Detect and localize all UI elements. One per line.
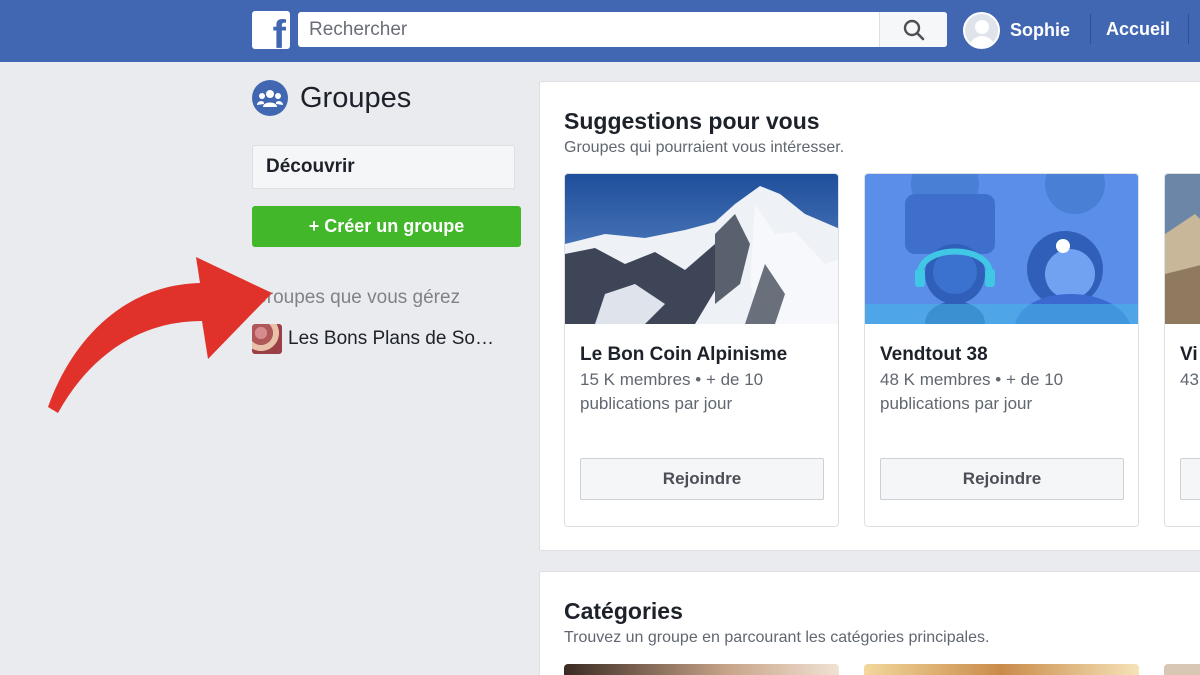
annotation-arrow-icon bbox=[48, 257, 272, 413]
suggestions-subtitle: Groupes qui pourraient vous intéresser. bbox=[564, 139, 845, 156]
facebook-logo-icon[interactable]: f bbox=[252, 11, 290, 49]
group-meta: 15 K membres • + de 10 publications par … bbox=[580, 370, 764, 413]
group-cover-image bbox=[1165, 174, 1200, 324]
group-meta: 48 K membres • + de 10 publications par … bbox=[880, 370, 1064, 413]
topbar-divider bbox=[1188, 14, 1189, 44]
group-meta: 43 p bbox=[1180, 370, 1200, 389]
group-card[interactable]: Vi 43 p bbox=[1164, 173, 1200, 527]
category-thumbnail[interactable] bbox=[864, 664, 1139, 675]
group-name[interactable]: Le Bon Coin Alpinisme bbox=[580, 344, 787, 366]
category-thumbnail[interactable] bbox=[564, 664, 839, 675]
join-button[interactable]: Rejoindre bbox=[580, 458, 824, 500]
join-button[interactable] bbox=[1180, 458, 1200, 500]
search-icon bbox=[903, 19, 924, 40]
page-title: Groupes bbox=[300, 81, 412, 114]
group-card[interactable]: Le Bon Coin Alpinisme 15 K membres • + d… bbox=[564, 173, 839, 527]
topbar-divider bbox=[1090, 14, 1091, 44]
discover-button[interactable]: Découvrir bbox=[252, 145, 515, 189]
group-name[interactable]: Vi bbox=[1180, 344, 1198, 366]
groups-icon bbox=[252, 80, 288, 116]
categories-title: Catégories bbox=[564, 598, 683, 624]
search-button[interactable] bbox=[879, 12, 947, 47]
top-navigation-bar: f Sophie Accueil bbox=[0, 0, 1200, 62]
group-cover-image bbox=[865, 174, 1138, 324]
logo-letter: f bbox=[272, 13, 286, 49]
groups-header: Groupes bbox=[252, 80, 411, 116]
join-button[interactable]: Rejoindre bbox=[880, 458, 1124, 500]
group-name[interactable]: Vendtout 38 bbox=[880, 344, 988, 366]
category-thumbnail[interactable] bbox=[1164, 664, 1200, 675]
search-bar bbox=[298, 12, 947, 47]
managed-groups-heading: Groupes que vous gérez bbox=[252, 287, 461, 308]
suggestions-panel: Suggestions pour vous Groupes qui pourra… bbox=[539, 81, 1200, 551]
managed-group-item[interactable]: Les Bons Plans de So… bbox=[252, 323, 522, 355]
profile-link[interactable]: Sophie bbox=[963, 10, 1070, 50]
categories-panel: Catégories Trouvez un groupe en parcoura… bbox=[539, 571, 1200, 675]
create-group-button[interactable]: + Créer un groupe bbox=[252, 206, 521, 247]
group-card[interactable]: Vendtout 38 48 K membres • + de 10 publi… bbox=[864, 173, 1139, 527]
home-link[interactable]: Accueil bbox=[1106, 19, 1170, 40]
avatar-icon bbox=[963, 11, 1000, 49]
categories-subtitle: Trouvez un groupe en parcourant les caté… bbox=[564, 629, 990, 646]
profile-name: Sophie bbox=[1010, 19, 1071, 40]
search-input[interactable] bbox=[298, 12, 878, 47]
managed-group-name: Les Bons Plans de So… bbox=[288, 328, 494, 349]
group-cover-image bbox=[565, 174, 838, 324]
suggestions-title: Suggestions pour vous bbox=[564, 108, 820, 134]
